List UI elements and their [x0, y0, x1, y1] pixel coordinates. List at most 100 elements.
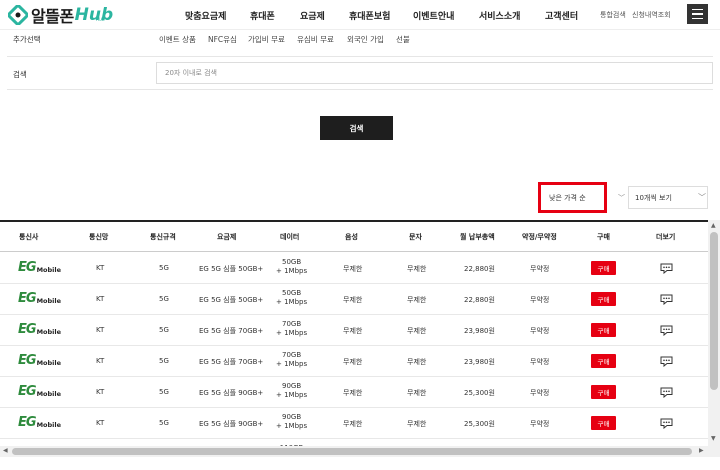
cell-price: 22,880원 — [464, 296, 495, 304]
more-details-icon[interactable] — [660, 263, 673, 274]
search-input[interactable] — [157, 63, 712, 83]
more-details-icon[interactable] — [660, 325, 673, 336]
cell-plan: EG 5G 심플 50GB+ — [199, 265, 264, 273]
cell-voice: 무제한 — [343, 296, 363, 304]
site-header: 알뜰폰 Hub HUB 맞춤요금제 휴대폰 요금제 휴대폰보험 이벤트안내 서비… — [0, 0, 720, 30]
carrier-logo-mark: EG — [18, 415, 37, 430]
scroll-up-icon[interactable]: ▲ — [711, 222, 716, 229]
carrier-logo: EG Mobile — [18, 261, 61, 274]
search-row: 검색 — [7, 57, 713, 90]
nav-service[interactable]: 서비스소개 — [479, 9, 520, 22]
col-price: 월 납부총액 — [460, 233, 495, 241]
buy-button[interactable]: 구매 — [591, 292, 616, 306]
cell-data: 90GB + 1Mbps — [276, 382, 307, 400]
cell-network: KT — [96, 419, 105, 427]
cell-network: KT — [96, 326, 105, 334]
nav-event[interactable]: 이벤트안내 — [413, 9, 454, 22]
cell-sms: 무제한 — [407, 327, 427, 335]
filter-no-usim-fee[interactable]: 유심비 무료 — [297, 34, 334, 45]
cell-price: 22,880원 — [464, 265, 495, 273]
cell-data-amount: 50GB — [281, 289, 302, 297]
cell-standard: 5G — [159, 419, 169, 427]
vertical-scrollbar[interactable]: ▲ ▼ — [708, 220, 720, 446]
cell-plan: EG 5G 심플 90GB+ — [199, 389, 264, 397]
more-details-icon[interactable] — [660, 356, 673, 367]
cell-contract: 무약정 — [530, 358, 550, 366]
logo-sub: HUB — [96, 17, 105, 22]
filter-nfc[interactable]: NFC유심 — [208, 34, 237, 45]
filter-event[interactable]: 이벤트 상품 — [159, 34, 196, 45]
buy-button[interactable]: 구매 — [591, 385, 616, 399]
cell-data-amount: 70GB — [281, 351, 302, 359]
buy-button[interactable]: 구매 — [591, 323, 616, 337]
search-button[interactable]: 검색 — [320, 116, 393, 140]
plan-table: 통신사 통신망 통신규격 요금제 데이터 음성 문자 월 납부총액 약정/무약정… — [0, 220, 708, 446]
carrier-logo-mark: EG — [18, 353, 37, 368]
col-sms: 문자 — [409, 233, 422, 241]
util-order-lookup[interactable]: 신청내역조회 — [632, 10, 671, 20]
horizontal-scrollbar[interactable]: ◀ ▶ — [0, 446, 720, 457]
cell-data-speed: + 1Mbps — [276, 298, 308, 306]
extra-filter-row: 추가선택 이벤트 상품 NFC유심 가입비 무료 유심비 무료 외국인 가입 선… — [7, 30, 713, 57]
cell-standard: 5G — [159, 357, 169, 365]
hamburger-menu-icon[interactable] — [687, 4, 708, 24]
nav-insurance[interactable]: 휴대폰보험 — [349, 9, 390, 22]
cell-data-amount: 70GB — [281, 320, 302, 328]
nav-phone[interactable]: 휴대폰 — [250, 9, 275, 22]
scroll-right-icon[interactable]: ▶ — [699, 447, 704, 454]
table-row: EG Mobile KT 5G EG 5G 심플 70GB+ 무제한 무제한 23,980원 무… — [0, 315, 708, 346]
more-details-icon[interactable] — [660, 387, 673, 398]
vertical-scroll-thumb[interactable] — [710, 232, 718, 390]
cell-data-amount: 50GB — [281, 258, 302, 266]
scroll-down-icon[interactable]: ▼ — [711, 435, 716, 442]
nav-plan[interactable]: 요금제 — [300, 9, 325, 22]
scroll-left-icon[interactable]: ◀ — [3, 447, 8, 454]
cell-data: 50GB + 1Mbps — [276, 289, 307, 307]
table-row: EG Mobile KT 5G EG 5G 심플 50GB+ 무제한 무제한 22,880원 무… — [0, 253, 708, 284]
extra-filter-label: 추가선택 — [13, 35, 41, 44]
cell-data-speed: + 1Mbps — [276, 329, 308, 337]
more-details-icon[interactable] — [660, 418, 673, 429]
carrier-logo-text: Mobile — [36, 266, 62, 274]
cell-data-speed: + 1Mbps — [276, 422, 308, 430]
horizontal-scroll-thumb[interactable] — [12, 448, 692, 455]
more-details-icon[interactable] — [660, 294, 673, 305]
table-row: EG Mobile KT 5G EG 5G 심플 50GB+ 무제한 무제한 22,880원 무… — [0, 284, 708, 315]
cell-network: KT — [96, 388, 105, 396]
col-carrier: 통신사 — [19, 233, 39, 241]
cell-sms: 무제한 — [407, 296, 427, 304]
search-box — [156, 62, 713, 84]
cell-price: 25,300원 — [464, 389, 495, 397]
table-row: EG Mobile KT 5G EG 5G 심플 70GB+ 무제한 무제한 23,980원 무… — [0, 346, 708, 377]
buy-button[interactable]: 구매 — [591, 261, 616, 275]
col-data: 데이터 — [280, 233, 300, 241]
carrier-logo-text: Mobile — [36, 328, 62, 336]
carrier-logo: EG Mobile — [18, 292, 61, 305]
nav-support[interactable]: 고객센터 — [545, 9, 578, 22]
cell-sms: 무제한 — [407, 265, 427, 273]
carrier-logo: EG Mobile — [18, 385, 61, 398]
cell-contract: 무약정 — [530, 296, 550, 304]
cell-standard: 5G — [159, 264, 169, 272]
util-search[interactable]: 통합검색 — [600, 10, 626, 20]
col-contract: 약정/무약정 — [522, 233, 557, 241]
buy-button[interactable]: 구매 — [591, 354, 616, 368]
filter-foreigner[interactable]: 외국인 가입 — [347, 34, 384, 45]
filter-no-signup-fee[interactable]: 가입비 무료 — [248, 34, 285, 45]
page-size-select[interactable]: 10개씩 보기 ﹀ — [628, 186, 708, 209]
nav-custom-plan[interactable]: 맞춤요금제 — [185, 9, 226, 22]
chevron-down-icon: ﹀ — [698, 193, 706, 202]
carrier-logo-text: Mobile — [36, 390, 62, 398]
table-row: EG Mobile KT 5G EG 5G 심플 90GB+ 무제한 무제한 25,300원 무… — [0, 408, 708, 439]
cell-voice: 무제한 — [343, 358, 363, 366]
chevron-down-icon: ﹀ — [618, 194, 625, 202]
cell-price: 23,980원 — [464, 358, 495, 366]
cell-contract: 무약정 — [530, 265, 550, 273]
cell-plan: EG 5G 심플 50GB+ — [199, 296, 264, 304]
filter-prepaid[interactable]: 선불 — [396, 34, 410, 45]
site-logo[interactable]: 알뜰폰 Hub — [8, 3, 113, 27]
cell-data: 50GB + 1Mbps — [276, 258, 307, 276]
buy-button[interactable]: 구매 — [591, 416, 616, 430]
cell-sms: 무제한 — [407, 389, 427, 397]
cell-contract: 무약정 — [530, 420, 550, 428]
